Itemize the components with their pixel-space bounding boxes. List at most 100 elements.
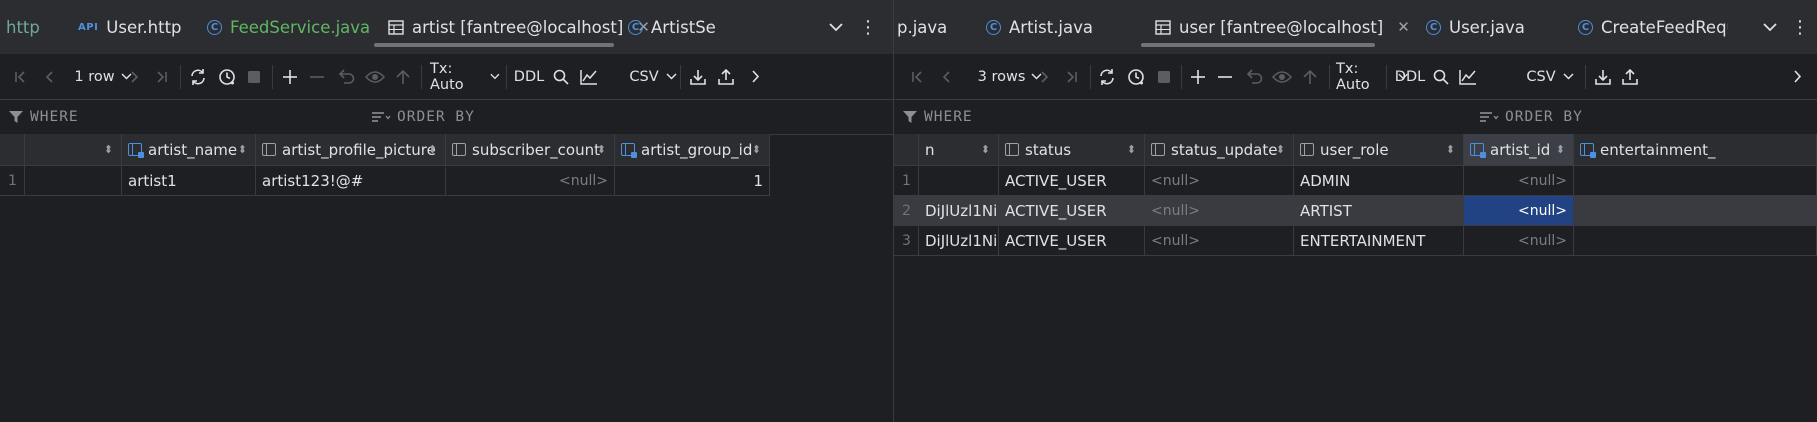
first-page-icon[interactable] xyxy=(8,55,34,98)
chevron-right-icon[interactable] xyxy=(1784,55,1810,98)
upload-icon[interactable] xyxy=(1617,55,1643,98)
more-vertical-icon[interactable]: ⋮ xyxy=(855,0,881,54)
table-cell[interactable]: artist123!@# xyxy=(256,166,446,196)
tab-user-table[interactable]: user [fantree@localhost] ✕ xyxy=(1141,0,1410,54)
where-filter[interactable]: WHERE xyxy=(902,100,973,134)
history-clock-icon[interactable] xyxy=(214,55,240,98)
export-format-dropdown[interactable]: CSV xyxy=(1523,55,1577,98)
add-row-icon[interactable] xyxy=(277,55,303,98)
table-cell[interactable]: ADMIN xyxy=(1294,166,1464,196)
table-cell[interactable]: <null> xyxy=(1464,226,1574,256)
prev-page-icon[interactable] xyxy=(933,55,959,98)
delete-row-icon[interactable] xyxy=(1212,55,1238,98)
selected-table-cell[interactable]: <null> xyxy=(1464,196,1574,226)
table-cell[interactable]: <null> xyxy=(1464,166,1574,196)
order-by-filter[interactable]: ORDER BY xyxy=(371,100,475,134)
column-header-artist-id[interactable]: artist_id ⬍ xyxy=(1464,134,1574,166)
table-cell[interactable] xyxy=(919,166,999,196)
table-cell[interactable]: ACTIVE_USER xyxy=(999,166,1145,196)
table-cell[interactable]: <null> xyxy=(446,166,615,196)
row-number[interactable]: 3 xyxy=(894,226,919,256)
revert-icon[interactable] xyxy=(333,55,359,98)
last-page-icon[interactable] xyxy=(148,55,174,98)
table-cell[interactable] xyxy=(1574,166,1817,196)
preview-changes-icon[interactable] xyxy=(362,55,388,98)
table-cell[interactable]: <null> xyxy=(1145,226,1294,256)
column-header-user-role[interactable]: user_role ⬍ xyxy=(1294,134,1464,166)
tab-artistservice[interactable]: C ArtistSe xyxy=(628,0,716,54)
chevron-down-icon[interactable] xyxy=(1757,0,1783,54)
ddl-button[interactable]: DDL xyxy=(513,55,545,98)
column-header-artist-profile-picture[interactable]: artist_profile_picture ⬍ xyxy=(256,134,446,166)
more-vertical-icon[interactable]: ⋮ xyxy=(1787,0,1813,54)
sort-arrows-icon[interactable]: ⬍ xyxy=(238,143,247,156)
preview-changes-icon[interactable] xyxy=(1269,55,1295,98)
tab-artist-table[interactable]: artist [fantree@localhost] ✕ xyxy=(374,0,650,54)
upload-icon[interactable] xyxy=(713,55,739,98)
sort-arrows-icon[interactable]: ⬍ xyxy=(752,143,761,156)
stop-icon[interactable] xyxy=(1151,55,1177,98)
where-filter[interactable]: WHERE xyxy=(8,100,79,134)
first-page-icon[interactable] xyxy=(905,55,931,98)
chevron-right-icon[interactable] xyxy=(742,55,768,98)
sort-arrows-icon[interactable]: ⬍ xyxy=(597,143,606,156)
table-cell[interactable]: ENTERTAINMENT xyxy=(1294,226,1464,256)
column-header[interactable]: ⬍ xyxy=(25,134,122,166)
tab-createfeedrequest[interactable]: C CreateFeedReque xyxy=(1578,0,1728,54)
chart-icon[interactable] xyxy=(1455,55,1481,98)
sort-arrows-icon[interactable]: ⬍ xyxy=(1446,143,1455,156)
sort-arrows-icon[interactable]: ⬍ xyxy=(428,143,437,156)
export-format-dropdown[interactable]: CSV xyxy=(626,55,680,98)
next-page-icon[interactable] xyxy=(1032,55,1058,98)
close-icon[interactable]: ✕ xyxy=(1397,18,1410,36)
table-cell[interactable]: DiJlUzl1Ni… xyxy=(919,196,999,226)
tab-feedservice-java[interactable]: C FeedService.java xyxy=(207,0,370,54)
tab-user-http[interactable]: API User.http xyxy=(78,0,182,54)
ddl-button[interactable]: DDL xyxy=(1394,55,1426,98)
submit-icon[interactable] xyxy=(1297,55,1323,98)
download-icon[interactable] xyxy=(685,55,711,98)
prev-page-icon[interactable] xyxy=(36,55,62,98)
sort-arrows-icon[interactable]: ⬍ xyxy=(104,143,113,156)
refresh-icon[interactable] xyxy=(185,55,211,98)
sort-arrows-icon[interactable]: ⬍ xyxy=(981,143,990,156)
tab-user-java[interactable]: C User.java xyxy=(1426,0,1525,54)
row-number[interactable]: 1 xyxy=(0,166,25,196)
row-number[interactable]: 1 xyxy=(894,166,919,196)
last-page-icon[interactable] xyxy=(1058,55,1084,98)
tab-partial-java[interactable]: p.java xyxy=(897,0,947,54)
table-cell[interactable]: 1 xyxy=(615,166,770,196)
table-cell[interactable]: DiJlUzl1Ni… xyxy=(919,226,999,256)
column-header-status[interactable]: status ⬍ xyxy=(999,134,1145,166)
table-cell[interactable]: <null> xyxy=(1145,196,1294,226)
table-cell[interactable] xyxy=(1574,196,1817,226)
sort-arrows-icon[interactable]: ⬍ xyxy=(1276,143,1285,156)
next-page-icon[interactable] xyxy=(122,55,148,98)
sort-arrows-icon[interactable]: ⬍ xyxy=(1556,143,1565,156)
table-cell[interactable]: <null> xyxy=(1145,166,1294,196)
row-number[interactable]: 2 xyxy=(894,196,919,226)
table-cell[interactable]: artist1 xyxy=(122,166,256,196)
revert-icon[interactable] xyxy=(1241,55,1267,98)
table-cell[interactable] xyxy=(25,166,122,196)
add-row-icon[interactable] xyxy=(1185,55,1211,98)
column-header-subscriber-count[interactable]: subscriber_count ⬍ xyxy=(446,134,615,166)
table-cell[interactable] xyxy=(1574,226,1817,256)
column-header[interactable]: n ⬍ xyxy=(919,134,999,166)
transaction-mode-dropdown[interactable]: Tx: Auto xyxy=(430,55,500,98)
history-clock-icon[interactable] xyxy=(1123,55,1149,98)
column-header-artist-group-id[interactable]: artist_group_id ⬍ xyxy=(615,134,770,166)
tab-http[interactable]: http xyxy=(6,0,40,54)
delete-row-icon[interactable] xyxy=(304,55,330,98)
download-icon[interactable] xyxy=(1590,55,1616,98)
sort-arrows-icon[interactable]: ⬍ xyxy=(1127,143,1136,156)
column-header-artist-name[interactable]: artist_name ⬍ xyxy=(122,134,256,166)
tab-artist-java[interactable]: C Artist.java xyxy=(986,0,1093,54)
column-header-status-update[interactable]: status_update ⬍ xyxy=(1145,134,1294,166)
column-header-entertainment[interactable]: entertainment_ xyxy=(1574,134,1817,166)
chevron-down-icon[interactable] xyxy=(823,0,849,54)
submit-icon[interactable] xyxy=(390,55,416,98)
order-by-filter[interactable]: ORDER BY xyxy=(1479,100,1583,134)
table-cell[interactable]: ARTIST xyxy=(1294,196,1464,226)
stop-icon[interactable] xyxy=(241,55,267,98)
